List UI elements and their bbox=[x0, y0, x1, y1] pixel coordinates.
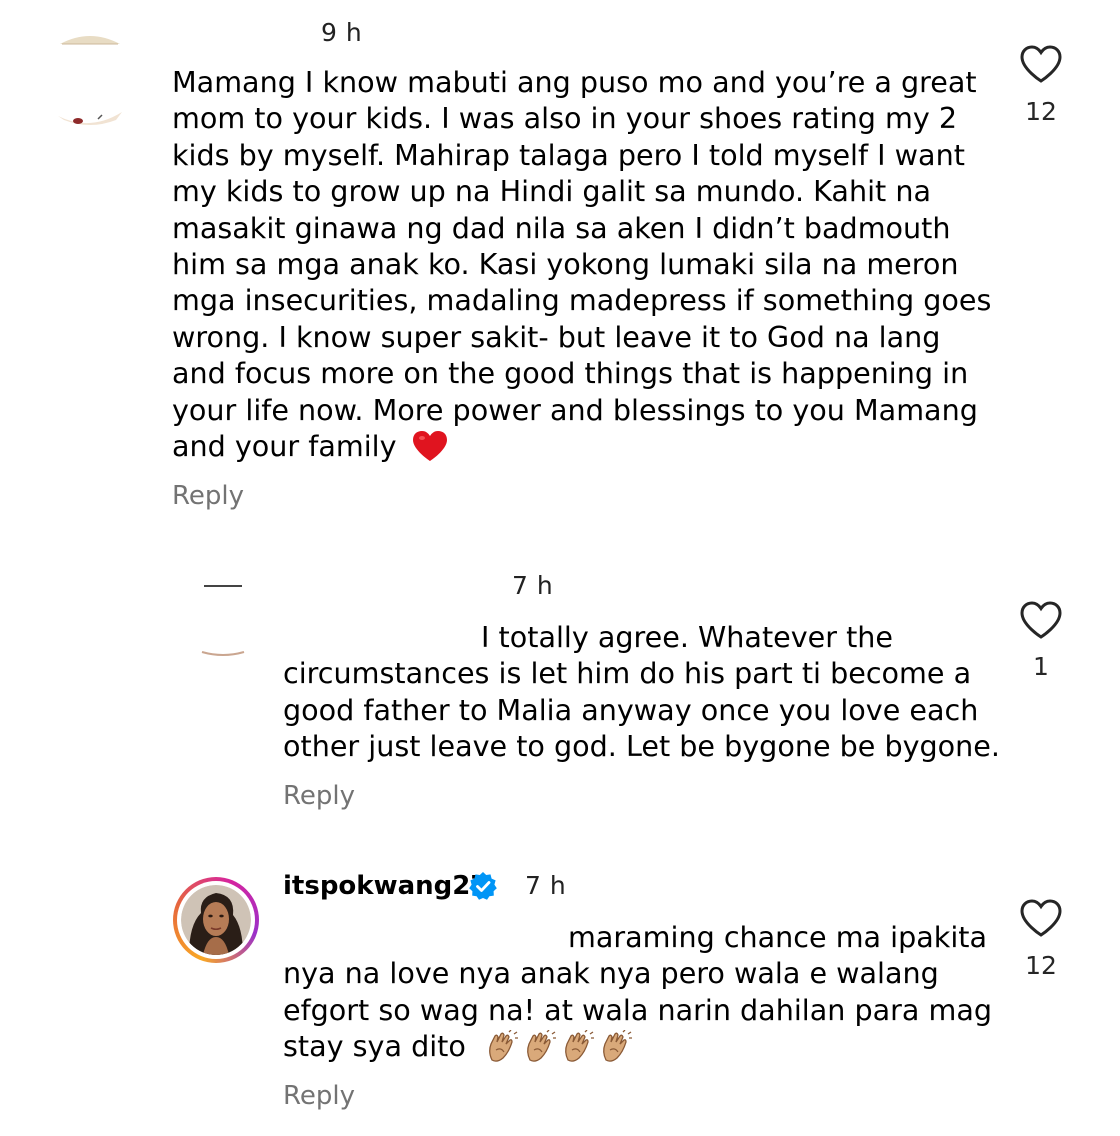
clapping-hands-icon bbox=[527, 1029, 556, 1062]
comment-line-text: stay sya dito bbox=[283, 1029, 466, 1064]
comment-line: and focus more on the good things that i… bbox=[172, 356, 969, 391]
comment-line: I totally agree. Whatever the bbox=[481, 620, 894, 654]
comments-thread: 9 h Mamang I know mabuti ang puso mo and… bbox=[0, 0, 1120, 1136]
comment-line: masakit ginawa ng dad nila sa aken I did… bbox=[172, 210, 951, 245]
heart-outline-icon bbox=[1020, 899, 1062, 937]
clapping-hands-emoji-group bbox=[485, 1029, 633, 1072]
comment-line: my kids to grow up na Hindi galit sa mun… bbox=[172, 174, 931, 209]
clapping-hands-icon bbox=[489, 1029, 518, 1062]
avatar-obscured-icon bbox=[58, 36, 122, 125]
reply-button[interactable]: Reply bbox=[283, 1081, 355, 1111]
comment-line: other just leave to god. Let be bygone b… bbox=[283, 729, 1000, 764]
avatar[interactable] bbox=[58, 20, 122, 130]
comment-timestamp: 7 h bbox=[512, 571, 554, 600]
heart-outline-icon bbox=[1020, 601, 1062, 639]
comment-line: circumstances is let him do his part ti … bbox=[283, 656, 972, 691]
comment-line: wrong. I know super sakit- but leave it … bbox=[172, 319, 941, 354]
like-button[interactable] bbox=[1019, 44, 1063, 88]
like-count: 12 bbox=[1025, 97, 1057, 126]
comment-timestamp: 9 h bbox=[321, 18, 363, 47]
red-heart-icon bbox=[412, 431, 447, 462]
avatar-obscured-icon bbox=[201, 585, 245, 656]
comment-line: mga insecurities, madaling madepress if … bbox=[172, 283, 992, 318]
like-button[interactable] bbox=[1019, 600, 1063, 644]
comment-line: mom to your kids. I was also in your sho… bbox=[172, 101, 958, 136]
comment-line: stay sya dito bbox=[283, 1028, 992, 1072]
comment-text: maraming chance ma ipakita nya na love n… bbox=[283, 919, 992, 1073]
verified-badge-icon bbox=[469, 872, 497, 900]
comment-line: good father to Malia anyway once you lov… bbox=[283, 692, 979, 727]
clapping-hands-icon bbox=[603, 1029, 632, 1062]
comment-text: I totally agree. Whatever the circumstan… bbox=[283, 619, 1000, 765]
like-count: 12 bbox=[1025, 951, 1057, 980]
comment-line: nya na love nya anak nya pero wala e wal… bbox=[283, 956, 939, 991]
avatar[interactable] bbox=[173, 877, 259, 963]
comment-line: him sa mga anak ko. Kasi yokong lumaki s… bbox=[172, 247, 959, 282]
like-count: 1 bbox=[1033, 652, 1049, 681]
reply-button[interactable]: Reply bbox=[172, 481, 244, 511]
comment-line: efgort so wag na! at wala narin dahilan … bbox=[283, 992, 993, 1027]
clapping-hands-icon bbox=[565, 1029, 594, 1062]
reply-button[interactable]: Reply bbox=[283, 781, 355, 811]
like-button[interactable] bbox=[1019, 898, 1063, 942]
avatar[interactable] bbox=[198, 578, 248, 662]
comment-line: kids by myself. Mahirap talaga pero I to… bbox=[172, 137, 965, 172]
heart-outline-icon bbox=[1020, 45, 1062, 83]
comment-line: Mamang I know mabuti ang puso mo and you… bbox=[172, 65, 977, 99]
comment-timestamp: 7 h bbox=[525, 871, 567, 900]
comment-line: your life now. More power and blessings … bbox=[172, 392, 978, 427]
comment-line: maraming chance ma ipakita bbox=[568, 920, 988, 954]
profile-photo-icon bbox=[181, 885, 251, 955]
comment-text: Mamang I know mabuti ang puso mo and you… bbox=[172, 64, 991, 464]
comment-line: and your family bbox=[172, 428, 991, 464]
username[interactable]: itspokwang27 bbox=[283, 871, 488, 901]
comment-line-text: and your family bbox=[172, 429, 397, 464]
